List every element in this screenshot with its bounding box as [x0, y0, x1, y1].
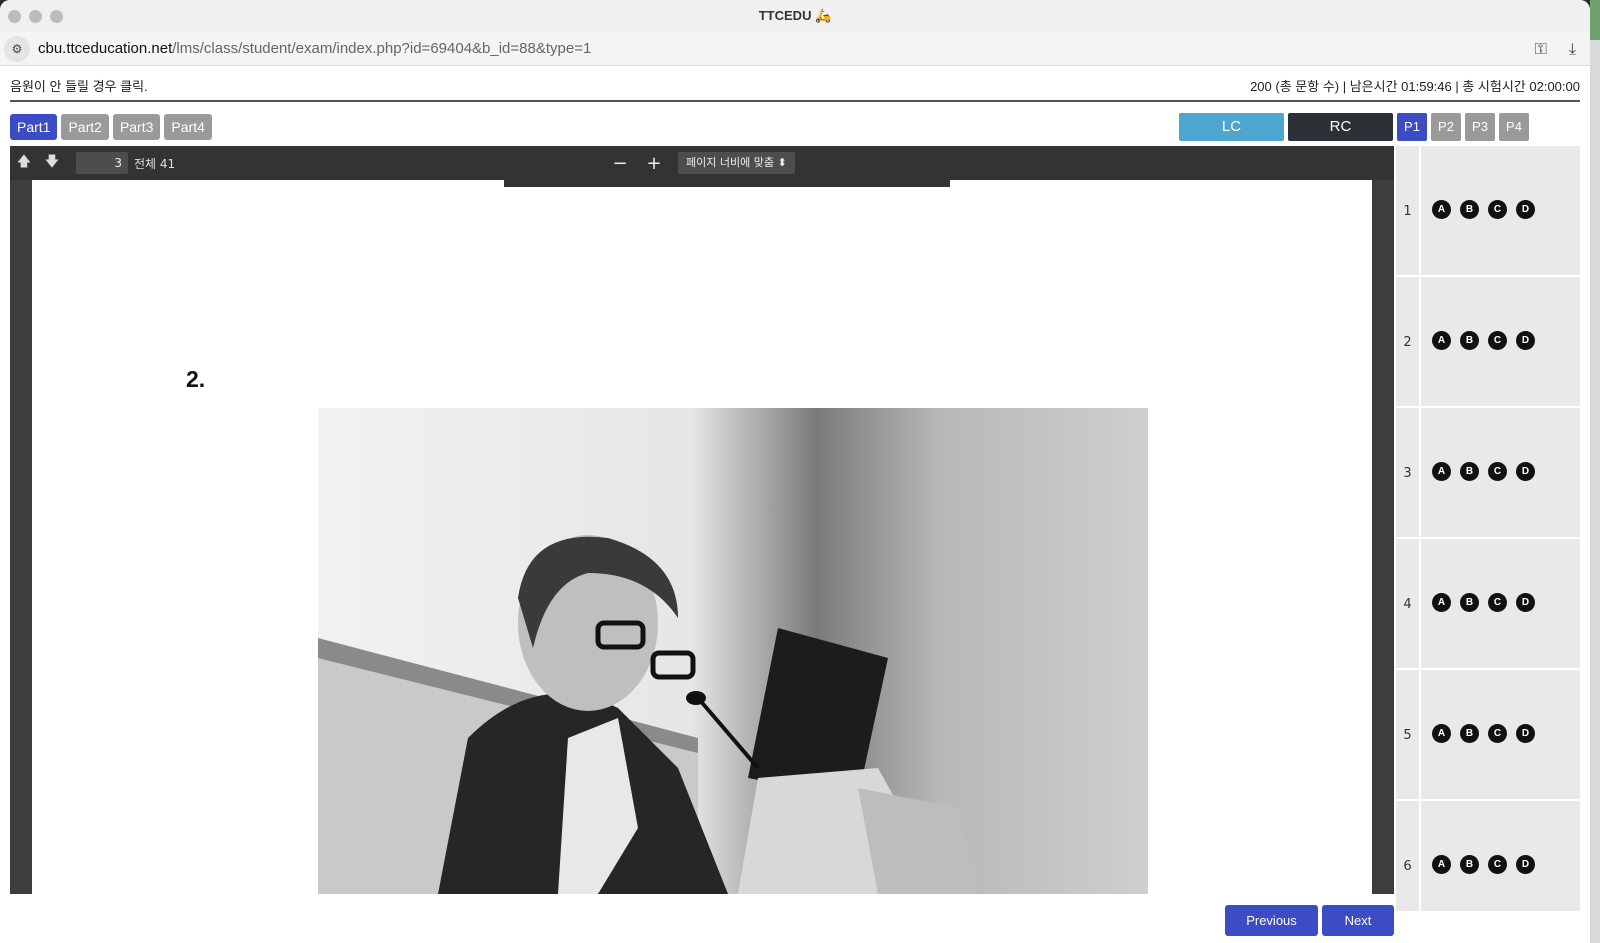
- url-host: cbu.ttceducation.net: [38, 40, 173, 57]
- close-window-button[interactable]: [8, 10, 21, 23]
- download-icon[interactable]: ⤓: [1569, 39, 1576, 59]
- option-a-button[interactable]: A: [1432, 200, 1451, 219]
- question-index: 1: [1396, 146, 1421, 277]
- question-index: 6: [1396, 801, 1421, 932]
- answer-row: 5 A B C D: [1396, 670, 1580, 801]
- zoom-select-label: 페이지 너비에 맞춤: [686, 156, 774, 169]
- option-c-button[interactable]: C: [1488, 200, 1507, 219]
- option-a-button[interactable]: A: [1432, 593, 1451, 612]
- option-c-button[interactable]: C: [1488, 331, 1507, 350]
- tab-part4[interactable]: Part4: [164, 114, 212, 140]
- option-d-button[interactable]: D: [1516, 200, 1535, 219]
- browser-window: TTCEDU 🛵 ⚙ cbu.ttceducation.net/lms/clas…: [0, 0, 1590, 943]
- site-settings-icon[interactable]: ⚙: [4, 35, 30, 62]
- previous-button[interactable]: Previous: [1225, 905, 1318, 936]
- zoom-out-button[interactable]: −: [610, 153, 630, 174]
- option-d-button[interactable]: D: [1516, 724, 1535, 743]
- option-b-button[interactable]: B: [1460, 331, 1479, 350]
- zoom-in-button[interactable]: +: [644, 153, 664, 174]
- answer-row: 1 A B C D: [1396, 146, 1580, 277]
- part-tabs: Part1 Part2 Part3 Part4: [10, 114, 212, 140]
- option-d-button[interactable]: D: [1516, 855, 1535, 874]
- tab-p2[interactable]: P2: [1431, 113, 1461, 141]
- option-b-button[interactable]: B: [1460, 855, 1479, 874]
- audio-help-link[interactable]: 음원이 안 들릴 경우 클릭.: [10, 76, 148, 100]
- question-number: 2.: [186, 366, 206, 392]
- option-c-button[interactable]: C: [1488, 724, 1507, 743]
- option-a-button[interactable]: A: [1432, 724, 1451, 743]
- zoom-select[interactable]: 페이지 너비에 맞춤 ⬍: [678, 152, 795, 174]
- pdf-viewer: 🡅 🡇 3 전체 41 − + 페이지 너비에 맞춤 ⬍ 2.: [10, 146, 1394, 894]
- pdf-toolbar: 🡅 🡇 3 전체 41 − + 페이지 너비에 맞춤 ⬍: [10, 146, 1394, 180]
- option-b-button[interactable]: B: [1460, 724, 1479, 743]
- answer-row: 4 A B C D: [1396, 539, 1580, 670]
- scrollbar-thumb[interactable]: [1590, 0, 1600, 40]
- url-path: /lms/class/student/exam/index.php?id=694…: [172, 40, 592, 57]
- tab-p4[interactable]: P4: [1499, 113, 1529, 141]
- question-index: 4: [1396, 539, 1421, 670]
- question-photo: [318, 408, 1148, 894]
- exam-info-bar: 음원이 안 들릴 경우 클릭. 200 (총 문항 수) | 남은시간 01:5…: [10, 76, 1580, 102]
- previous-page-icon[interactable]: 🡅: [10, 151, 38, 175]
- answer-row: 6 A B C D: [1396, 801, 1580, 932]
- tab-p1[interactable]: P1: [1397, 113, 1427, 141]
- option-d-button[interactable]: D: [1516, 462, 1535, 481]
- tab-part2[interactable]: Part2: [61, 114, 109, 140]
- next-page-icon[interactable]: 🡇: [38, 151, 66, 175]
- page-number-input[interactable]: 3: [76, 152, 128, 174]
- next-button[interactable]: Next: [1322, 905, 1394, 936]
- question-index: 3: [1396, 408, 1421, 539]
- window-controls: [8, 10, 63, 23]
- page-scrollbar[interactable]: [1590, 0, 1600, 943]
- url-text[interactable]: cbu.ttceducation.net/lms/class/student/e…: [38, 40, 591, 57]
- question-index: 2: [1396, 277, 1421, 408]
- option-d-button[interactable]: D: [1516, 331, 1535, 350]
- pdf-page: 2.: [32, 180, 1372, 894]
- address-bar[interactable]: ⚙ cbu.ttceducation.net/lms/class/student…: [0, 32, 1590, 66]
- option-b-button[interactable]: B: [1460, 200, 1479, 219]
- rc-button[interactable]: RC: [1288, 113, 1393, 141]
- option-a-button[interactable]: A: [1432, 855, 1451, 874]
- question-index: 5: [1396, 670, 1421, 801]
- option-c-button[interactable]: C: [1488, 462, 1507, 481]
- option-d-button[interactable]: D: [1516, 593, 1535, 612]
- answer-row: 3 A B C D: [1396, 408, 1580, 539]
- option-c-button[interactable]: C: [1488, 593, 1507, 612]
- tab-part3[interactable]: Part3: [112, 114, 161, 140]
- minimize-window-button[interactable]: [29, 10, 42, 23]
- title-bar: TTCEDU 🛵: [0, 0, 1590, 32]
- answer-row: 2 A B C D: [1396, 277, 1580, 408]
- option-b-button[interactable]: B: [1460, 593, 1479, 612]
- tab-p3[interactable]: P3: [1465, 113, 1495, 141]
- option-a-button[interactable]: A: [1432, 462, 1451, 481]
- exam-status: 200 (총 문항 수) | 남은시간 01:59:46 | 총 시험시간 02…: [1250, 79, 1580, 94]
- answer-sheet: 1 A B C D 2 A B C D 3 A B C D 4 A B C D …: [1396, 146, 1580, 932]
- tab-part1[interactable]: Part1: [10, 114, 58, 140]
- page-total: 전체 41: [134, 156, 176, 171]
- window-title: TTCEDU 🛵: [758, 8, 832, 23]
- option-b-button[interactable]: B: [1460, 462, 1479, 481]
- lc-button[interactable]: LC: [1179, 113, 1284, 141]
- key-icon[interactable]: ⚿: [1535, 39, 1547, 59]
- option-a-button[interactable]: A: [1432, 331, 1451, 350]
- maximize-window-button[interactable]: [50, 10, 63, 23]
- option-c-button[interactable]: C: [1488, 855, 1507, 874]
- previous-image-edge: [504, 180, 950, 187]
- section-tabs: LC RC P1 P2 P3 P4: [1179, 113, 1529, 141]
